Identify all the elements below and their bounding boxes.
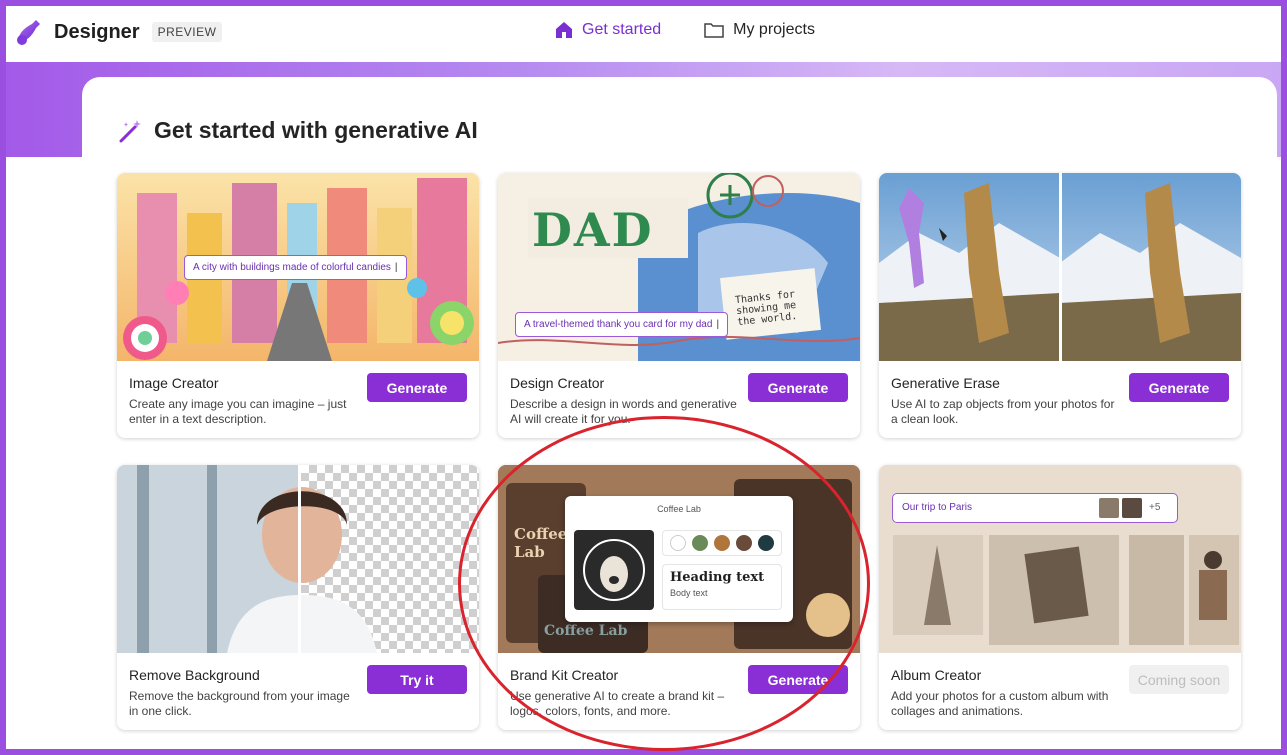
nav-my-projects-label: My projects: [733, 21, 815, 38]
card-image-creator[interactable]: A city with buildings made of colorful c…: [117, 173, 479, 438]
album-photo-thumb: [1122, 498, 1142, 518]
card-generative-erase[interactable]: Generative Erase Use AI to zap objects f…: [879, 173, 1241, 438]
card-description: Use AI to zap objects from your photos f…: [891, 397, 1115, 426]
design-creator-prompt: A travel-themed thank you card for my da…: [515, 312, 729, 337]
folder-icon: [703, 20, 725, 40]
top-bar: Designer PREVIEW Get started My projects: [6, 6, 1281, 62]
album-creator-thumbnail: Our trip to Paris +5: [879, 465, 1241, 653]
annotation-circle: [458, 416, 870, 751]
album-photo-thumb: [1099, 498, 1119, 518]
card-description: Create any image you can imagine – just …: [129, 397, 347, 426]
main-nav: Get started My projects: [554, 20, 815, 40]
album-prompt-box[interactable]: Our trip to Paris +5: [892, 493, 1178, 523]
app-name: Designer: [54, 20, 140, 43]
image-creator-thumbnail: A city with buildings made of colorful c…: [117, 173, 479, 361]
card-remove-background[interactable]: Remove Background Remove the background …: [117, 465, 479, 730]
image-creator-generate-button[interactable]: Generate: [367, 373, 467, 402]
card-design-creator[interactable]: DAD Thanks for showing me the world. A t…: [498, 173, 860, 438]
card-album-creator[interactable]: Our trip to Paris +5 Album Creator Add y…: [879, 465, 1241, 730]
nav-get-started[interactable]: Get started: [554, 20, 661, 40]
remove-background-try-button[interactable]: Try it: [367, 665, 467, 694]
nav-my-projects[interactable]: My projects: [703, 20, 815, 40]
magic-wand-icon: [118, 118, 144, 144]
preview-badge: PREVIEW: [151, 22, 223, 42]
brand[interactable]: Designer PREVIEW: [12, 16, 223, 48]
design-creator-generate-button[interactable]: Generate: [748, 373, 848, 402]
album-creator-coming-soon-button: Coming soon: [1129, 665, 1229, 694]
image-creator-prompt: A city with buildings made of colorful c…: [184, 255, 407, 280]
album-creator-prompt: Our trip to Paris: [902, 502, 973, 513]
card-description: Remove the background from your image in…: [129, 689, 350, 718]
album-more-count: +5: [1149, 502, 1161, 513]
remove-background-thumbnail: [117, 465, 479, 653]
generative-erase-thumbnail: [879, 173, 1241, 361]
section-title: Get started with generative AI: [154, 117, 478, 143]
design-creator-thumbnail: DAD Thanks for showing me the world. A t…: [498, 173, 860, 361]
home-icon: [554, 20, 574, 40]
nav-get-started-label: Get started: [582, 21, 662, 38]
card-description: Add your photos for a custom album with …: [891, 689, 1109, 718]
section-header: Get started with generative AI: [118, 117, 478, 144]
designer-logo-icon: [12, 16, 44, 48]
design-creator-dad-text: DAD: [532, 203, 654, 257]
generative-erase-generate-button[interactable]: Generate: [1129, 373, 1229, 402]
